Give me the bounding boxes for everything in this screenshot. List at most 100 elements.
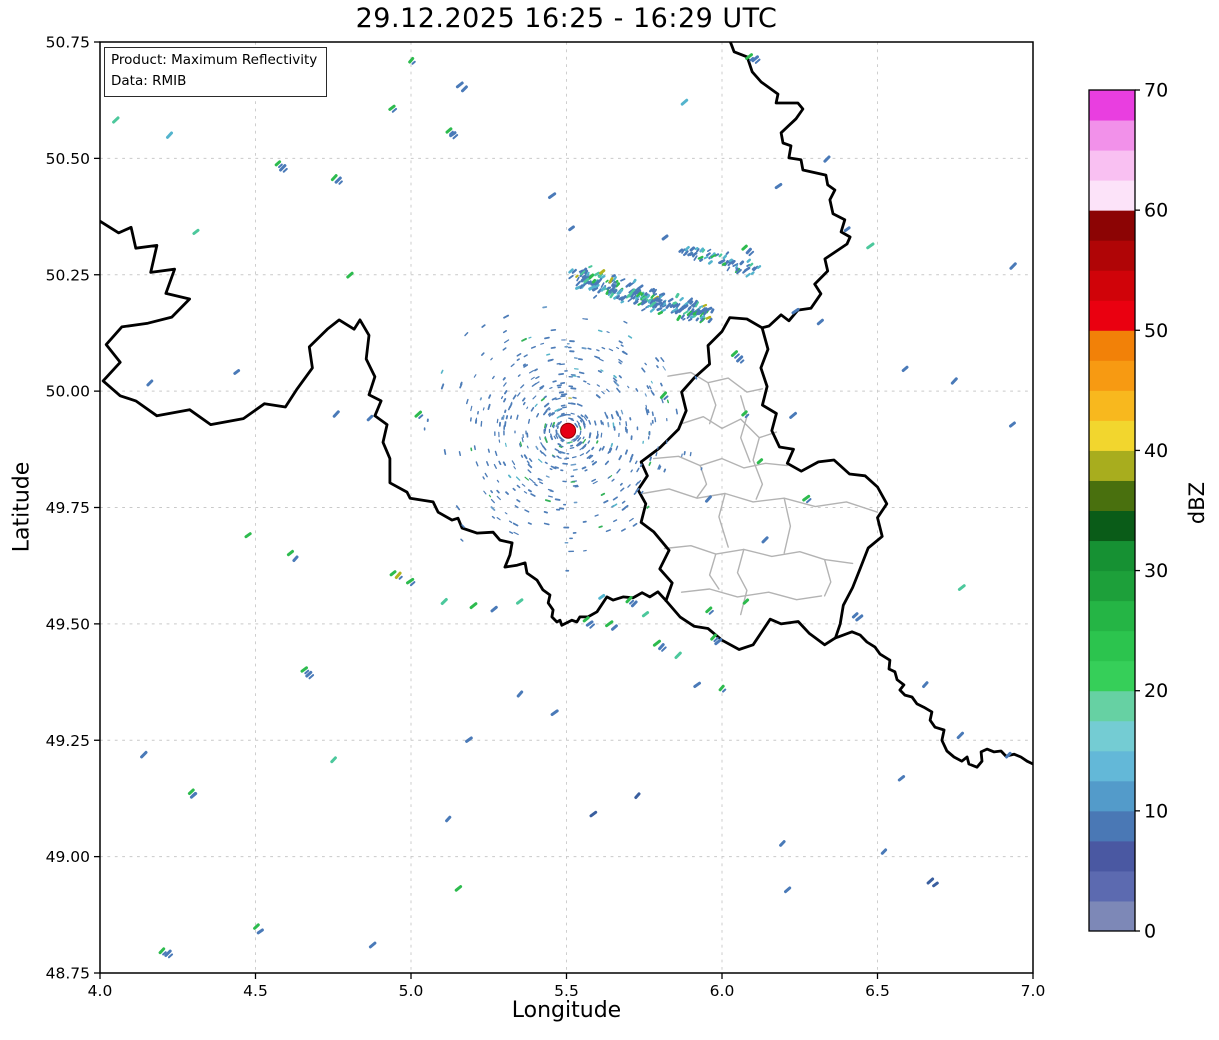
echo-blob [616, 468, 621, 474]
echo-blob [612, 496, 618, 501]
echo-blob [572, 484, 579, 487]
echo-blob [455, 505, 461, 511]
region-border [783, 497, 792, 554]
echo-blob [516, 358, 520, 361]
echo-blob [479, 397, 483, 401]
echo-blob [512, 487, 516, 491]
echo-blob [532, 481, 536, 484]
colorbar-segment [1089, 840, 1135, 872]
colorbar-segment [1089, 90, 1135, 121]
echo-blob [591, 282, 597, 287]
echo-blob [503, 382, 507, 387]
echo-blob [587, 440, 591, 444]
echo-blob [606, 286, 610, 291]
echo-blob [524, 509, 530, 513]
echo-blob [706, 248, 712, 253]
echo-blob [543, 423, 547, 429]
y-tick-label: 49.25 [46, 732, 90, 750]
colorbar-segment [1089, 630, 1135, 662]
echo-blob [523, 354, 528, 358]
echo-blob [663, 395, 669, 401]
colorbar-segment [1089, 120, 1135, 151]
echo-blob [667, 297, 674, 303]
echo-blob [605, 279, 609, 283]
echo-blob [722, 254, 728, 260]
echo-blob [600, 492, 606, 497]
echo-blob [504, 512, 508, 515]
echo-blob [496, 418, 499, 424]
echo-blob [583, 380, 587, 383]
colorbar-tick-label: 40 [1144, 440, 1168, 462]
echo-blob [534, 368, 538, 372]
echo-blob [555, 434, 559, 439]
echo-blob [595, 394, 601, 399]
echo-blob [587, 347, 592, 350]
echo-blob [658, 643, 665, 651]
echo-blob [607, 450, 610, 454]
echo-blob [510, 415, 513, 420]
echo-blob [366, 414, 374, 422]
echo-blob [577, 415, 582, 420]
echo-blob [582, 436, 585, 440]
echo-blob [605, 529, 611, 533]
echo-blob [512, 394, 517, 400]
echo-blob [633, 300, 639, 305]
echo-blob [645, 294, 651, 299]
echo-blob [524, 476, 530, 481]
country-border [759, 326, 889, 640]
echo-blob [610, 442, 614, 448]
echo-blob [482, 476, 485, 480]
echo-blob [473, 445, 476, 451]
colorbar-segment [1089, 810, 1135, 842]
echo-blob [582, 318, 587, 320]
echo-blob [490, 498, 495, 504]
colorbar-segment [1089, 300, 1135, 331]
echo-blob [498, 460, 502, 465]
echo-blob [544, 499, 551, 503]
echo-blob [516, 353, 522, 357]
echo-blob [526, 445, 529, 449]
echo-blob [608, 277, 614, 284]
echo-blob [473, 374, 477, 378]
colorbar-segment [1089, 480, 1135, 511]
region-border [652, 455, 788, 469]
echo-blob [548, 408, 551, 411]
y-tick-label: 49.50 [46, 615, 90, 633]
echo-blob [761, 536, 769, 544]
colorbar-segment [1089, 390, 1135, 421]
colorbar-segment [1089, 180, 1135, 211]
echo-blob [705, 252, 711, 257]
echo-blob [539, 436, 541, 440]
echo-blob [726, 266, 731, 272]
echo-blob [657, 311, 663, 315]
echo-blob [346, 271, 354, 279]
echo-blob [570, 412, 575, 415]
echo-blob [596, 384, 600, 387]
radar-site-dot [560, 422, 577, 439]
echo-blob [618, 416, 622, 421]
echo-blob [559, 450, 565, 454]
echo-blob [855, 614, 864, 622]
echo-blob [394, 571, 402, 579]
echo-blob [575, 434, 579, 439]
echo-blob [572, 468, 578, 471]
echo-blob [502, 461, 507, 467]
y-tick-label: 49.00 [46, 848, 90, 866]
echo-blob [652, 639, 661, 647]
echo-blob [645, 407, 648, 414]
echo-blob [587, 382, 591, 385]
echo-blob [745, 247, 752, 255]
colorbar-segment [1089, 690, 1135, 722]
echo-blob [496, 489, 500, 494]
echo-blob [576, 276, 580, 282]
echo-blob [584, 469, 588, 472]
echo-blob [605, 620, 614, 628]
echo-blob [601, 445, 605, 451]
echo-blob [167, 953, 174, 959]
echo-blob [589, 810, 598, 818]
echo-blob [634, 460, 638, 465]
colorbar-segment [1089, 870, 1135, 902]
echo-blob [661, 646, 667, 652]
colorbar-segment [1089, 720, 1135, 752]
echo-blob [615, 410, 619, 416]
